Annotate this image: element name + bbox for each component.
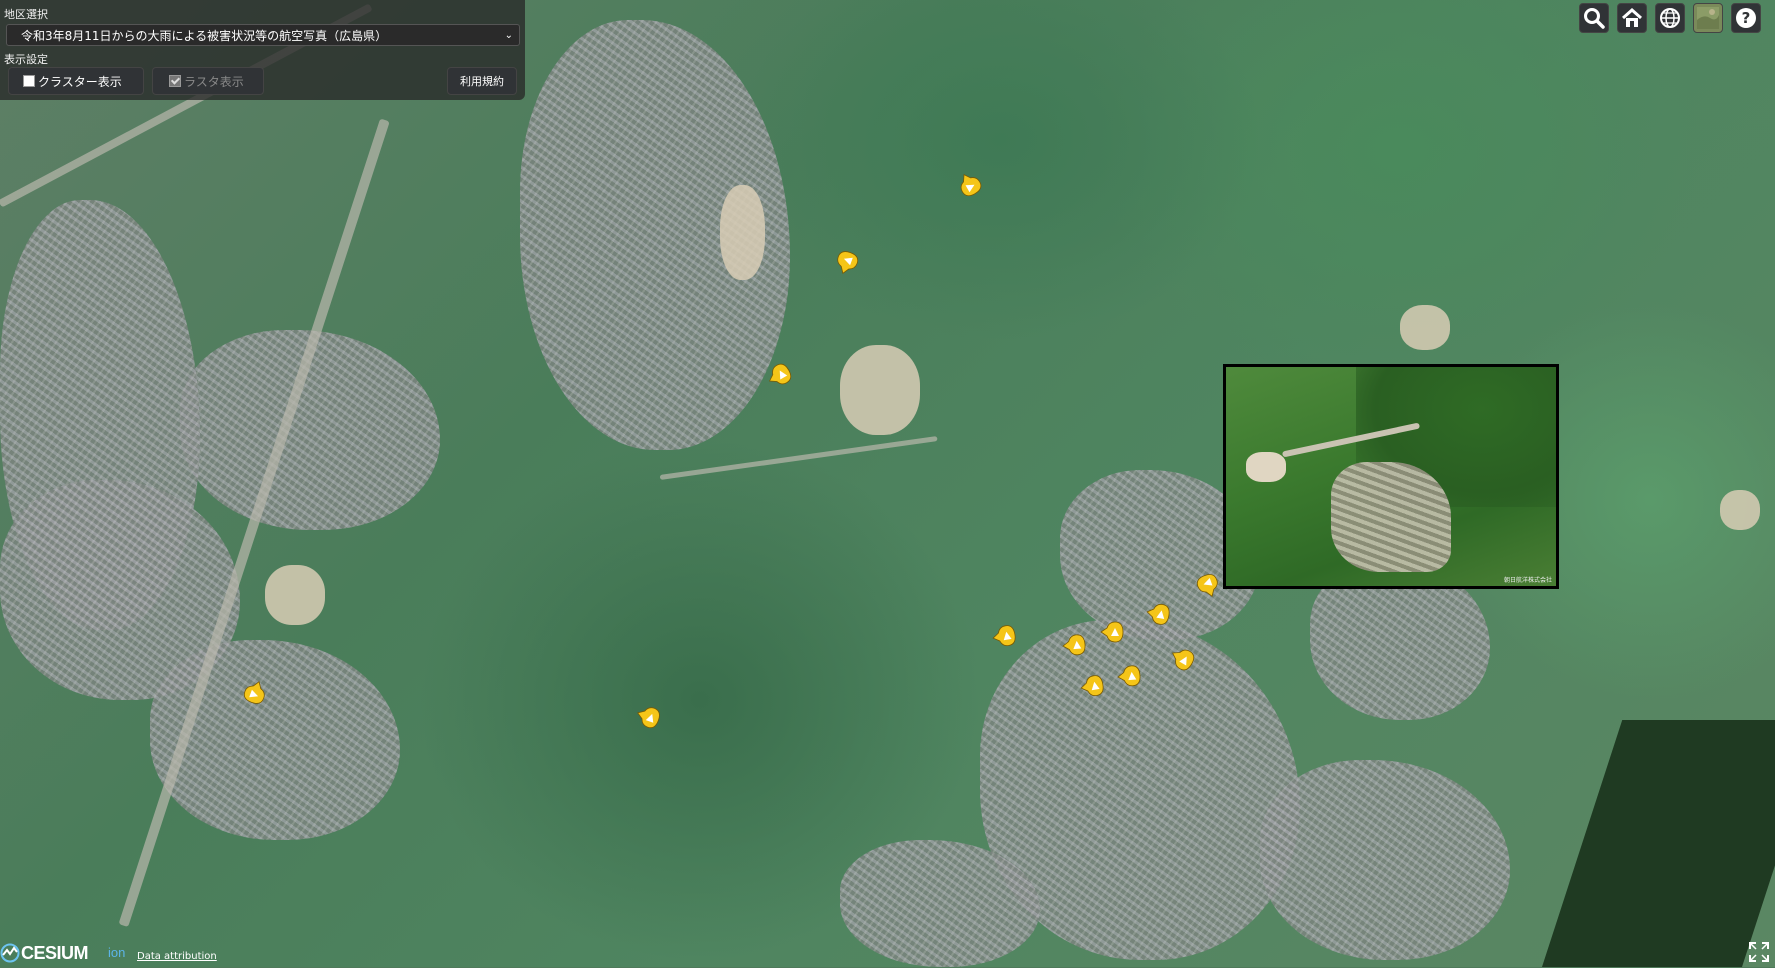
cesium-logo-text: CESIUM <box>21 943 89 963</box>
region-label: 地区選択 <box>4 8 48 21</box>
photo-marker-icon[interactable] <box>834 249 860 275</box>
photo-marker-icon[interactable] <box>1080 673 1106 699</box>
cluster-toggle[interactable]: クラスター表示 <box>8 67 144 95</box>
fullscreen-icon <box>1749 942 1769 962</box>
photo-marker-icon[interactable] <box>1146 601 1172 627</box>
fullscreen-button[interactable] <box>1747 940 1771 964</box>
svg-text:?: ? <box>1742 9 1751 27</box>
photo-bare-ground <box>1246 452 1286 482</box>
photo-marker-icon[interactable] <box>1195 572 1221 598</box>
cesium-logo-sub: ion <box>108 945 126 960</box>
cluster-label: クラスター表示 <box>38 75 122 89</box>
home-button[interactable] <box>1617 3 1647 33</box>
bare-ground <box>720 185 765 280</box>
photo-town <box>1331 462 1451 572</box>
scene-mode-button[interactable] <box>1655 3 1685 33</box>
photo-marker-icon[interactable] <box>1170 646 1196 672</box>
bare-ground <box>1720 490 1760 530</box>
urban-area <box>1260 760 1510 960</box>
help-icon: ? <box>1736 8 1756 28</box>
data-attribution-link[interactable]: Data attribution <box>137 951 217 962</box>
control-panel: 地区選択 令和3年8月11日からの大雨による被害状況等の航空写真（広島県） ⌄ … <box>0 0 525 100</box>
search-icon <box>1584 8 1605 29</box>
search-button[interactable] <box>1579 3 1609 33</box>
photo-marker-icon[interactable] <box>242 680 268 706</box>
photo-marker-icon[interactable] <box>1062 632 1088 658</box>
base-layer-picker[interactable] <box>1693 3 1723 33</box>
cluster-checkbox[interactable] <box>23 75 35 87</box>
photo-marker-icon[interactable] <box>957 172 983 198</box>
chevron-down-icon: ⌄ <box>504 30 513 41</box>
raster-toggle[interactable]: ラスタ表示 <box>152 67 264 95</box>
photo-credit: 朝日航洋株式会社 <box>1503 577 1552 584</box>
region-select-value: 令和3年8月11日からの大雨による被害状況等の航空写真（広島県） <box>21 29 388 43</box>
photo-marker-icon[interactable] <box>1117 663 1143 689</box>
raster-checkbox[interactable] <box>169 75 181 87</box>
photo-marker-icon[interactable] <box>1100 619 1126 645</box>
cesium-logo-icon <box>0 943 20 963</box>
photo-marker-icon[interactable] <box>636 704 662 730</box>
photo-marker-icon[interactable] <box>992 623 1018 649</box>
aerial-photo-preview[interactable]: 朝日航洋株式会社 <box>1223 364 1559 589</box>
globe-icon <box>1660 8 1680 28</box>
display-settings-label: 表示設定 <box>4 53 48 66</box>
region-select[interactable]: 令和3年8月11日からの大雨による被害状況等の航空写真（広島県） ⌄ <box>6 24 520 46</box>
help-button[interactable]: ? <box>1731 3 1761 33</box>
bare-ground <box>840 345 920 435</box>
bare-ground <box>265 565 325 625</box>
terms-button[interactable]: 利用規約 <box>447 67 517 95</box>
bare-ground <box>1400 305 1450 350</box>
raster-label: ラスタ表示 <box>184 75 244 89</box>
terrain-edge <box>1537 720 1775 967</box>
photo-marker-icon[interactable] <box>767 362 793 388</box>
home-icon <box>1622 7 1642 27</box>
base-layer-icon <box>1697 7 1719 29</box>
